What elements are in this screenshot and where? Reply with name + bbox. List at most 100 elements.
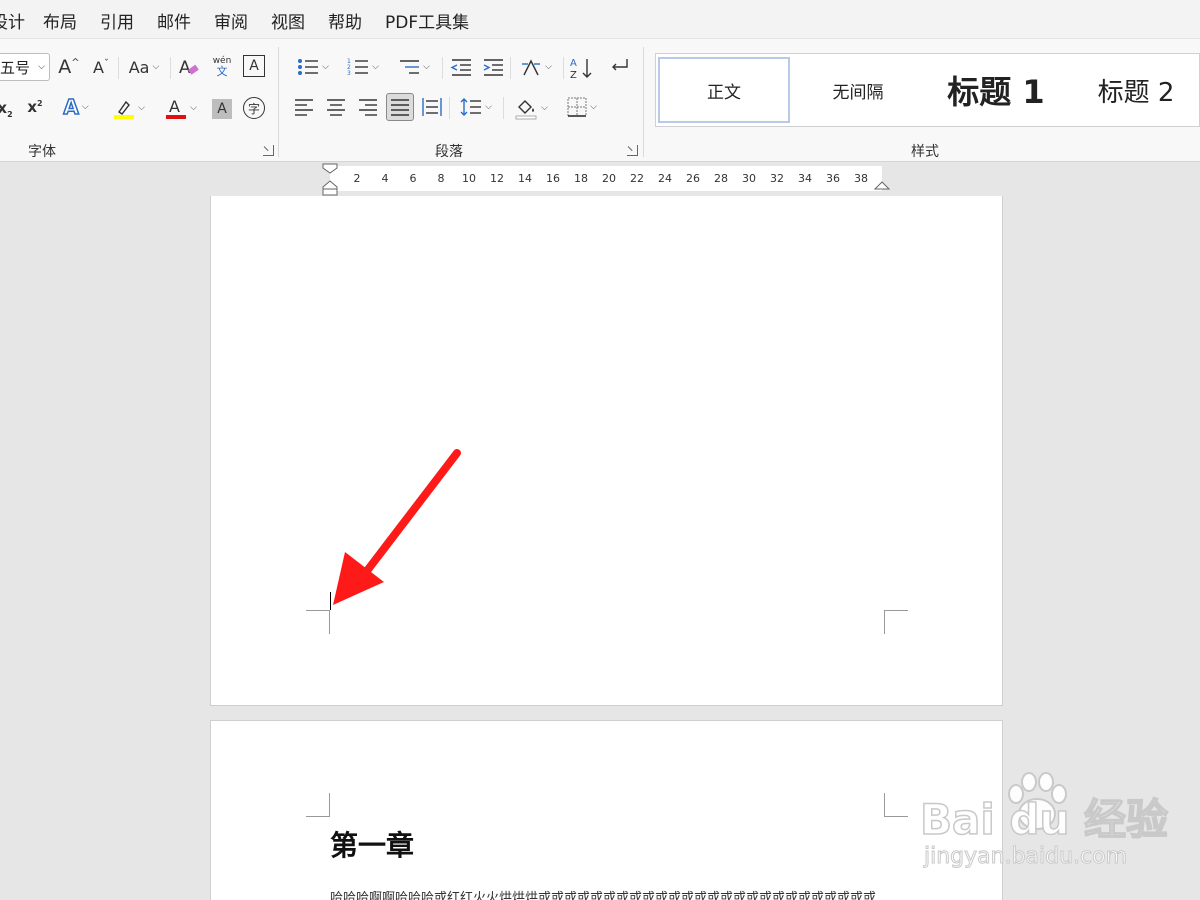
subscript-icon: x2 (0, 99, 13, 119)
group-separator (278, 47, 279, 157)
line-spacing-icon (460, 98, 482, 116)
change-case-button[interactable]: Aa ⌵ (124, 55, 164, 79)
body-paragraph[interactable]: 哈哈哈啊啊哈哈哈或红红火火烘烘烘或或或或或或或或或或或或或或或或或或或或或或或或… (330, 887, 890, 900)
align-right-button[interactable] (356, 95, 380, 119)
highlight-color-button[interactable]: ⌵ (106, 95, 150, 121)
menu-mailings[interactable]: 邮件 (157, 8, 191, 33)
style-no-spacing[interactable]: 无间隔 (796, 57, 920, 123)
menu-bar: 设计 布局 引用 邮件 审阅 视图 帮助 PDF工具集 (0, 0, 1200, 38)
distributed-icon (422, 98, 442, 116)
multilevel-list-icon (400, 60, 420, 74)
chevron-down-icon: ⌵ (590, 102, 597, 112)
chevron-down-icon: ⌵ (81, 102, 89, 112)
clear-formatting-icon: A (179, 58, 199, 78)
shrink-font-icon: Aˇ (93, 57, 109, 77)
superscript-icon: x2 (27, 98, 43, 116)
borders-button[interactable]: ⌵ (561, 95, 603, 119)
ruler-tick: 6 (409, 172, 417, 185)
font-dialog-launcher[interactable] (263, 145, 274, 156)
chevron-down-icon: ⌵ (541, 103, 548, 113)
chapter-heading[interactable]: 第一章 (330, 824, 414, 864)
superscript-button[interactable]: x2 (25, 95, 45, 119)
ruler-tick: 18 (574, 172, 588, 185)
chinese-layout-button[interactable]: ⌵ (515, 55, 557, 79)
multilevel-list-button[interactable]: ⌵ (393, 55, 435, 79)
ruler-tick: 4 (381, 172, 389, 185)
subscript-button[interactable]: x2 (0, 97, 13, 121)
distributed-button[interactable] (420, 95, 444, 119)
ruler-tick: 24 (658, 172, 672, 185)
menu-layout[interactable]: 布局 (43, 8, 77, 33)
menu-view[interactable]: 视图 (271, 8, 305, 33)
font-color-button[interactable]: A ⌵ (158, 95, 202, 121)
ruler-tick: 20 (602, 172, 616, 185)
chevron-down-icon: ⌵ (423, 62, 430, 72)
style-heading-1[interactable]: 标题 1 (926, 57, 1066, 123)
chevron-down-icon: ⌵ (372, 62, 379, 72)
group-separator (643, 47, 644, 157)
font-size-select[interactable]: 五号 ⌵ (0, 53, 50, 81)
character-shading-icon: A (217, 101, 227, 117)
phonetic-bottom: 文 (216, 65, 228, 78)
align-center-button[interactable] (324, 95, 348, 119)
chevron-down-icon: ⌵ (152, 62, 160, 72)
grow-font-button[interactable]: A^ (58, 55, 80, 79)
style-heading-1-label: 标题 1 (947, 73, 1045, 111)
ruler-tick: 12 (490, 172, 504, 185)
enclose-characters-button[interactable]: 字 (243, 97, 265, 119)
sort-button[interactable]: AZ (569, 55, 595, 81)
baidu-watermark: Bai du 经验 jingyan.baidu.com (919, 770, 1169, 880)
bullets-button[interactable]: ⌵ (292, 55, 334, 79)
align-right-icon (359, 99, 377, 116)
font-color-icon: A (166, 97, 187, 119)
decrease-indent-button[interactable] (449, 55, 473, 79)
divider (118, 57, 119, 79)
ruler-tick: 28 (714, 172, 728, 185)
character-border-button[interactable]: A (243, 55, 265, 77)
enclose-char: 字 (247, 101, 260, 116)
chevron-down-icon: ⌵ (322, 62, 329, 72)
increase-indent-button[interactable] (481, 55, 505, 79)
menu-design[interactable]: 设计 (0, 8, 25, 33)
style-no-spacing-label: 无间隔 (832, 82, 884, 103)
menu-help[interactable]: 帮助 (328, 8, 362, 33)
ruler-tick: 26 (686, 172, 700, 185)
menu-references[interactable]: 引用 (100, 8, 134, 33)
phonetic-guide-button[interactable]: wén 文 (209, 53, 235, 81)
paragraph-group-label: 段落 (435, 144, 463, 160)
character-shading-button[interactable]: A (212, 99, 232, 119)
ruler-tick: 30 (742, 172, 756, 185)
ruler-tick: 38 (854, 172, 868, 185)
paragraph-mark-icon (612, 59, 628, 71)
horizontal-ruler[interactable]: 2 4 6 8 10 12 14 16 18 20 22 24 26 28 30… (330, 166, 882, 191)
shading-button[interactable]: ⌵ (509, 95, 553, 121)
chevron-down-icon: ⌵ (138, 103, 145, 113)
margin-corner-mark (884, 793, 908, 817)
decrease-indent-icon (450, 59, 471, 76)
numbering-icon: 123 (347, 58, 369, 77)
clear-formatting-button[interactable]: A (176, 55, 202, 79)
align-left-button[interactable] (292, 95, 316, 119)
menu-pdf-tools[interactable]: PDF工具集 (385, 8, 469, 33)
divider (442, 57, 443, 79)
chevron-down-icon: ⌵ (38, 62, 45, 72)
change-case-label: Aa (128, 57, 150, 77)
ruler-tick: 8 (437, 172, 445, 185)
style-normal[interactable]: 正文 (658, 57, 790, 123)
show-marks-button[interactable] (606, 55, 632, 79)
menu-review[interactable]: 审阅 (214, 8, 248, 33)
ruler-tick: 10 (462, 172, 476, 185)
justify-button[interactable] (386, 93, 414, 121)
style-heading-2[interactable]: 标题 2 (1072, 57, 1200, 123)
paragraph-dialog-launcher[interactable] (627, 145, 638, 156)
text-effects-button[interactable]: A ⌵ (56, 94, 96, 120)
right-indent-marker[interactable] (874, 179, 890, 191)
divider (170, 57, 171, 79)
indent-markers[interactable] (322, 163, 338, 196)
shrink-font-button[interactable]: Aˇ (90, 55, 112, 79)
line-spacing-button[interactable]: ⌵ (455, 95, 497, 119)
numbering-button[interactable]: 123 ⌵ (342, 55, 384, 79)
svg-text:A: A (169, 97, 180, 116)
ruler-tick: 34 (798, 172, 812, 185)
divider (503, 97, 504, 119)
